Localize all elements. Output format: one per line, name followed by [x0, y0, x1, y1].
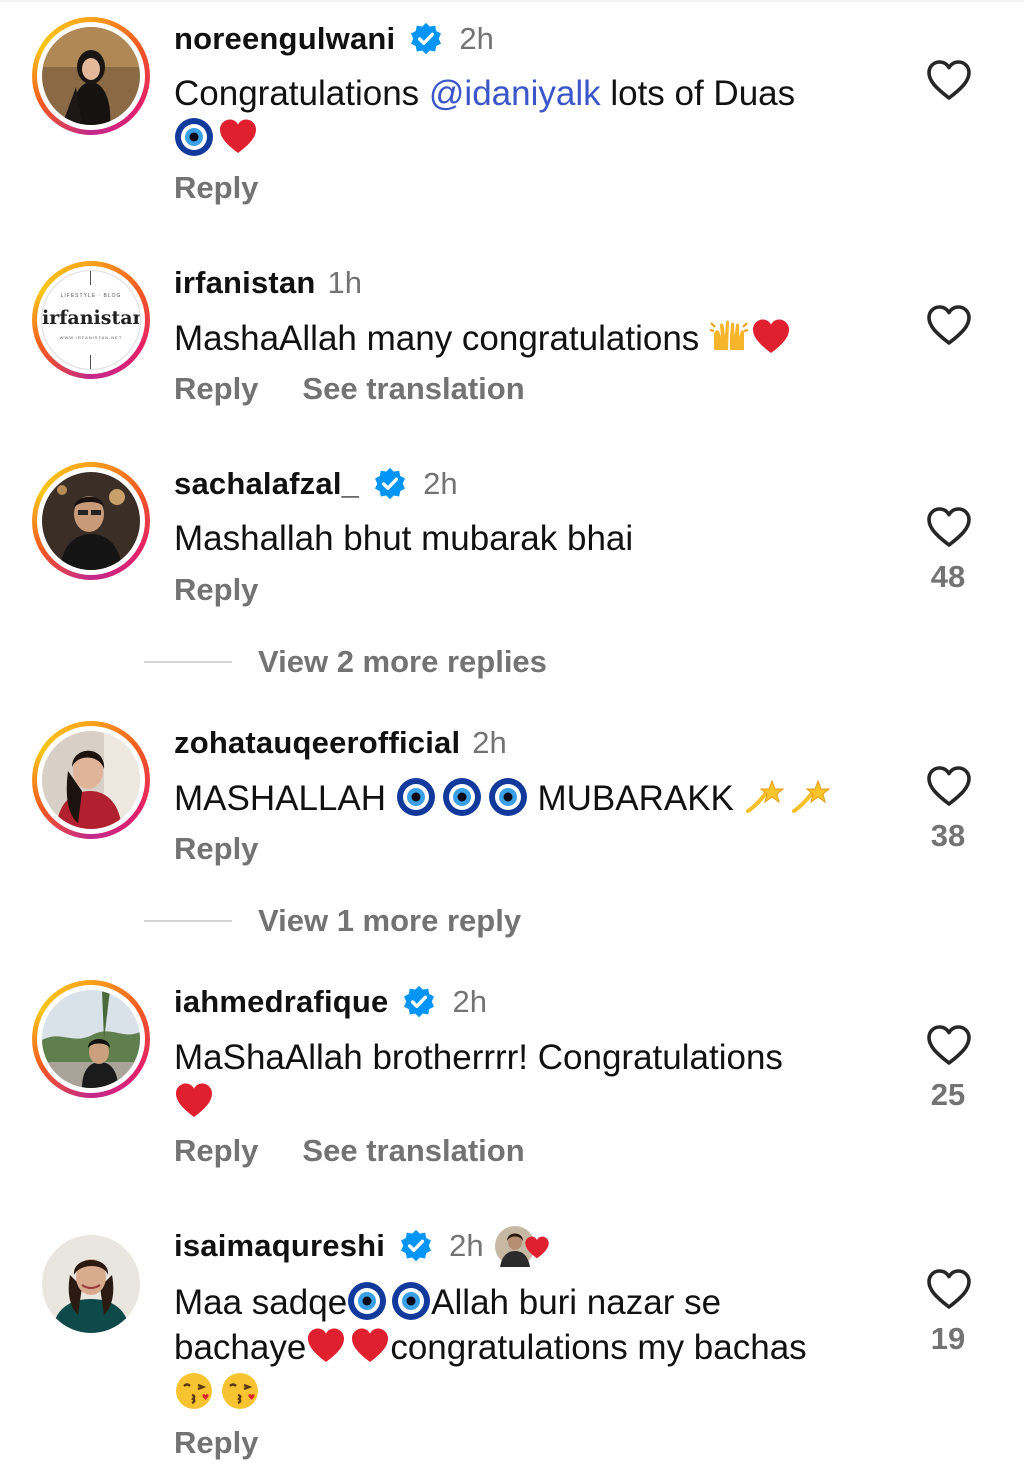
timestamp: 2h: [452, 984, 487, 1019]
comment-text: MaShaAllah brotherrrr! Congratulations: [174, 1035, 894, 1125]
dizzy-icon: [744, 777, 784, 817]
reply-button[interactable]: Reply: [174, 831, 258, 867]
story-ring[interactable]: [32, 17, 150, 135]
comment-text: Maa sadqe Allah buri nazar se bachaye cong…: [174, 1280, 894, 1415]
red-heart-icon: [306, 1326, 346, 1366]
like-count: 19: [930, 1321, 966, 1356]
timestamp: 2h: [472, 725, 507, 760]
comment-text: Mashallah bhut mubarak bhai: [174, 519, 634, 558]
avatar[interactable]: [42, 27, 140, 125]
timestamp: 2h: [459, 21, 494, 56]
see-translation-button[interactable]: See translation: [302, 371, 524, 407]
view-more-replies[interactable]: View 1 more reply: [144, 903, 521, 939]
reply-button[interactable]: Reply: [174, 1133, 258, 1169]
reply-button[interactable]: Reply: [174, 371, 258, 407]
username[interactable]: noreengulwani: [174, 21, 395, 57]
nazar-amulet-icon: [442, 777, 482, 817]
creator-liked-icon: [494, 1225, 550, 1267]
like-count: 38: [930, 818, 966, 853]
story-ring[interactable]: [32, 462, 150, 580]
nazar-amulet-icon: [174, 117, 214, 157]
see-translation-button[interactable]: See translation: [302, 1133, 524, 1169]
divider: [144, 661, 232, 663]
like-heart-icon[interactable]: [926, 506, 972, 548]
story-ring[interactable]: LIFESTYLE · BLOG irfanistan WWW.IRFANIST…: [32, 261, 150, 379]
like-heart-icon[interactable]: [926, 1024, 972, 1066]
nazar-amulet-icon: [391, 1281, 431, 1321]
red-heart-icon: [751, 317, 791, 357]
raising-hands-icon: [709, 317, 749, 357]
like-heart-icon[interactable]: [926, 765, 972, 807]
verified-badge-icon: [399, 1229, 433, 1263]
mention-link[interactable]: @idaniyalk: [429, 74, 601, 113]
username[interactable]: irfanistan: [174, 265, 316, 301]
red-heart-icon: [218, 117, 258, 157]
nazar-amulet-icon: [347, 1281, 387, 1321]
comment-text: MASHALLAH MUBARAKK: [174, 776, 894, 821]
reply-button[interactable]: Reply: [174, 572, 258, 608]
username[interactable]: sachalafzal_: [174, 466, 359, 502]
kissing-face-icon: [174, 1371, 214, 1411]
nazar-amulet-icon: [396, 777, 436, 817]
dizzy-icon: [790, 777, 830, 817]
like-count: 48: [930, 559, 966, 594]
timestamp: 2h: [449, 1228, 484, 1263]
timestamp: 2h: [423, 466, 458, 501]
divider: [144, 920, 232, 922]
reply-button[interactable]: Reply: [174, 1425, 258, 1461]
like-count: 25: [930, 1077, 966, 1112]
nazar-amulet-icon: [488, 777, 528, 817]
verified-badge-icon: [373, 467, 407, 501]
red-heart-icon: [350, 1326, 390, 1366]
like-heart-icon[interactable]: [926, 304, 972, 346]
username[interactable]: zohatauqeerofficial: [174, 725, 460, 761]
avatar[interactable]: [42, 472, 140, 570]
comment-text: MashaAllah many congratulations: [174, 316, 894, 361]
username[interactable]: isaimaqureshi: [174, 1228, 385, 1264]
verified-badge-icon: [409, 22, 443, 56]
verified-badge-icon: [402, 985, 436, 1019]
reply-button[interactable]: Reply: [174, 170, 258, 206]
story-ring[interactable]: [32, 721, 150, 839]
irfanistan-logo[interactable]: LIFESTYLE · BLOG irfanistan WWW.IRFANIST…: [41, 270, 141, 370]
red-heart-icon: [174, 1081, 214, 1121]
like-heart-icon[interactable]: [926, 59, 972, 101]
avatar[interactable]: [42, 990, 140, 1088]
timestamp: 1h: [327, 265, 363, 300]
comment-text: Congratulations @idaniyalk lots of Duas: [174, 71, 894, 161]
divider: [0, 0, 1024, 2]
like-heart-icon[interactable]: [926, 1268, 972, 1310]
avatar[interactable]: [42, 1235, 140, 1333]
username[interactable]: iahmedrafique: [174, 984, 388, 1020]
view-more-replies[interactable]: View 2 more replies: [144, 644, 547, 680]
story-ring[interactable]: [32, 980, 150, 1098]
kissing-face-icon: [220, 1371, 260, 1411]
avatar[interactable]: [42, 731, 140, 829]
